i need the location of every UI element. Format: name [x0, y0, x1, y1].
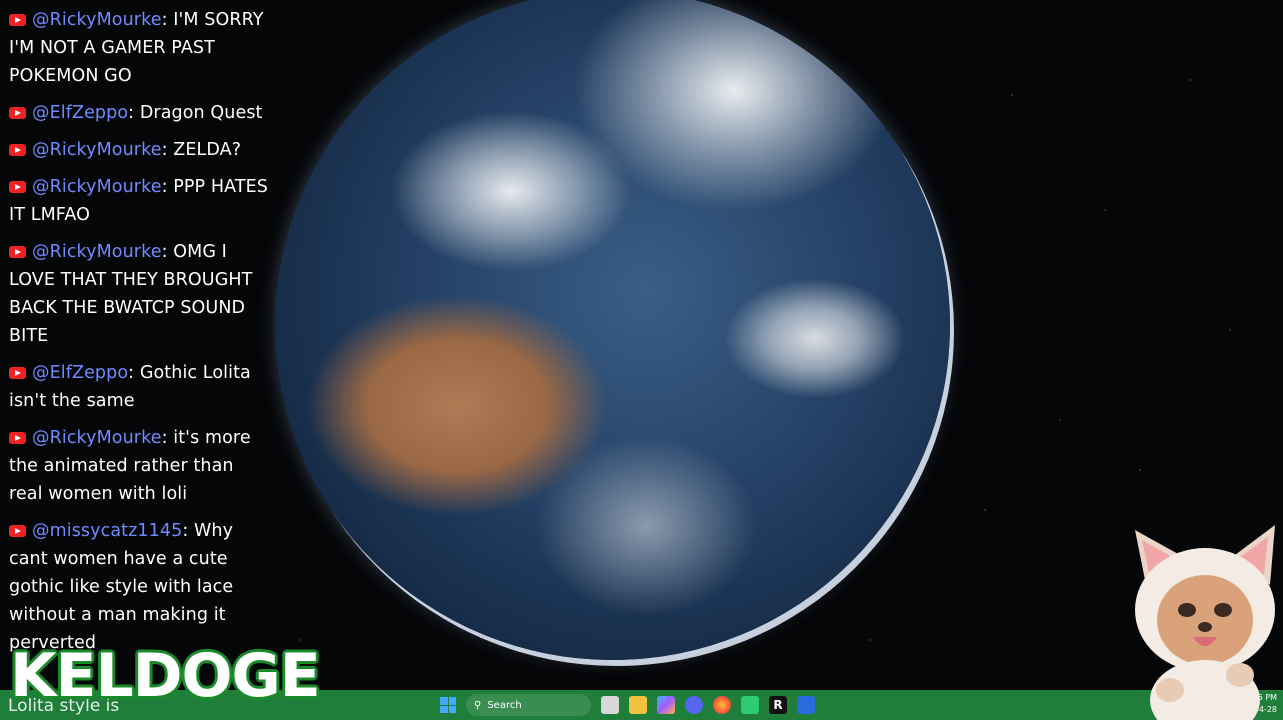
firefox-icon[interactable]	[713, 696, 731, 714]
chat-message: @ElfZeppo: Dragon Quest	[9, 99, 270, 127]
chat-message: @ElfZeppo: Gothic Lolita isn't the same	[9, 363, 251, 411]
chat-message: @RickyMourke: ZELDA?	[9, 136, 270, 164]
streamer-logo: KELDOGE	[10, 641, 321, 711]
youtube-icon	[9, 432, 26, 444]
chat-username: @missycatz1145	[32, 521, 183, 541]
chat-username: @RickyMourke	[32, 10, 162, 30]
chat-username: @ElfZeppo	[32, 363, 129, 383]
chat-message: @RickyMourke: it's more the animated rat…	[9, 428, 251, 504]
youtube-icon	[9, 367, 26, 379]
taskbar-search[interactable]: ⚲ Search	[466, 694, 591, 716]
youtube-icon	[9, 181, 26, 193]
chat-text: Dragon Quest	[134, 103, 263, 123]
chat-username: @RickyMourke	[32, 177, 162, 197]
chat-message: @missycatz1145: Why cant women have a cu…	[9, 521, 234, 653]
earth-globe	[275, 0, 950, 660]
app-r-icon[interactable]: R	[769, 696, 787, 714]
chat-username: @RickyMourke	[32, 140, 162, 160]
chat-message: @RickyMourke: PPP HATES IT LMFAO	[9, 177, 269, 225]
chat-message: @RickyMourke: OMG I LOVE THAT THEY BROUG…	[9, 242, 253, 346]
discord-icon[interactable]	[685, 696, 703, 714]
chat-username: @ElfZeppo	[32, 103, 129, 123]
chat-text: ZELDA?	[167, 140, 242, 160]
taskbar-icons: ⚲ Search R	[440, 693, 815, 717]
youtube-icon	[9, 107, 26, 119]
youtube-icon	[9, 525, 26, 537]
windows-start-icon[interactable]	[440, 697, 456, 713]
chat-message: @RickyMourke: I'M SORRY I'M NOT A GAMER …	[9, 10, 264, 86]
app-icon[interactable]	[741, 696, 759, 714]
chat-username: @RickyMourke	[32, 428, 162, 448]
vtuber-avatar	[1135, 525, 1275, 720]
copilot-icon[interactable]	[657, 696, 675, 714]
chat-overlay: @RickyMourke: I'M SORRY I'M NOT A GAMER …	[0, 6, 270, 666]
word-icon[interactable]	[797, 696, 815, 714]
search-icon: ⚲	[474, 699, 482, 711]
youtube-icon	[9, 14, 26, 26]
file-explorer-icon[interactable]	[629, 696, 647, 714]
task-view-icon[interactable]	[601, 696, 619, 714]
youtube-icon	[9, 144, 26, 156]
chat-username: @RickyMourke	[32, 242, 162, 262]
youtube-icon	[9, 246, 26, 258]
